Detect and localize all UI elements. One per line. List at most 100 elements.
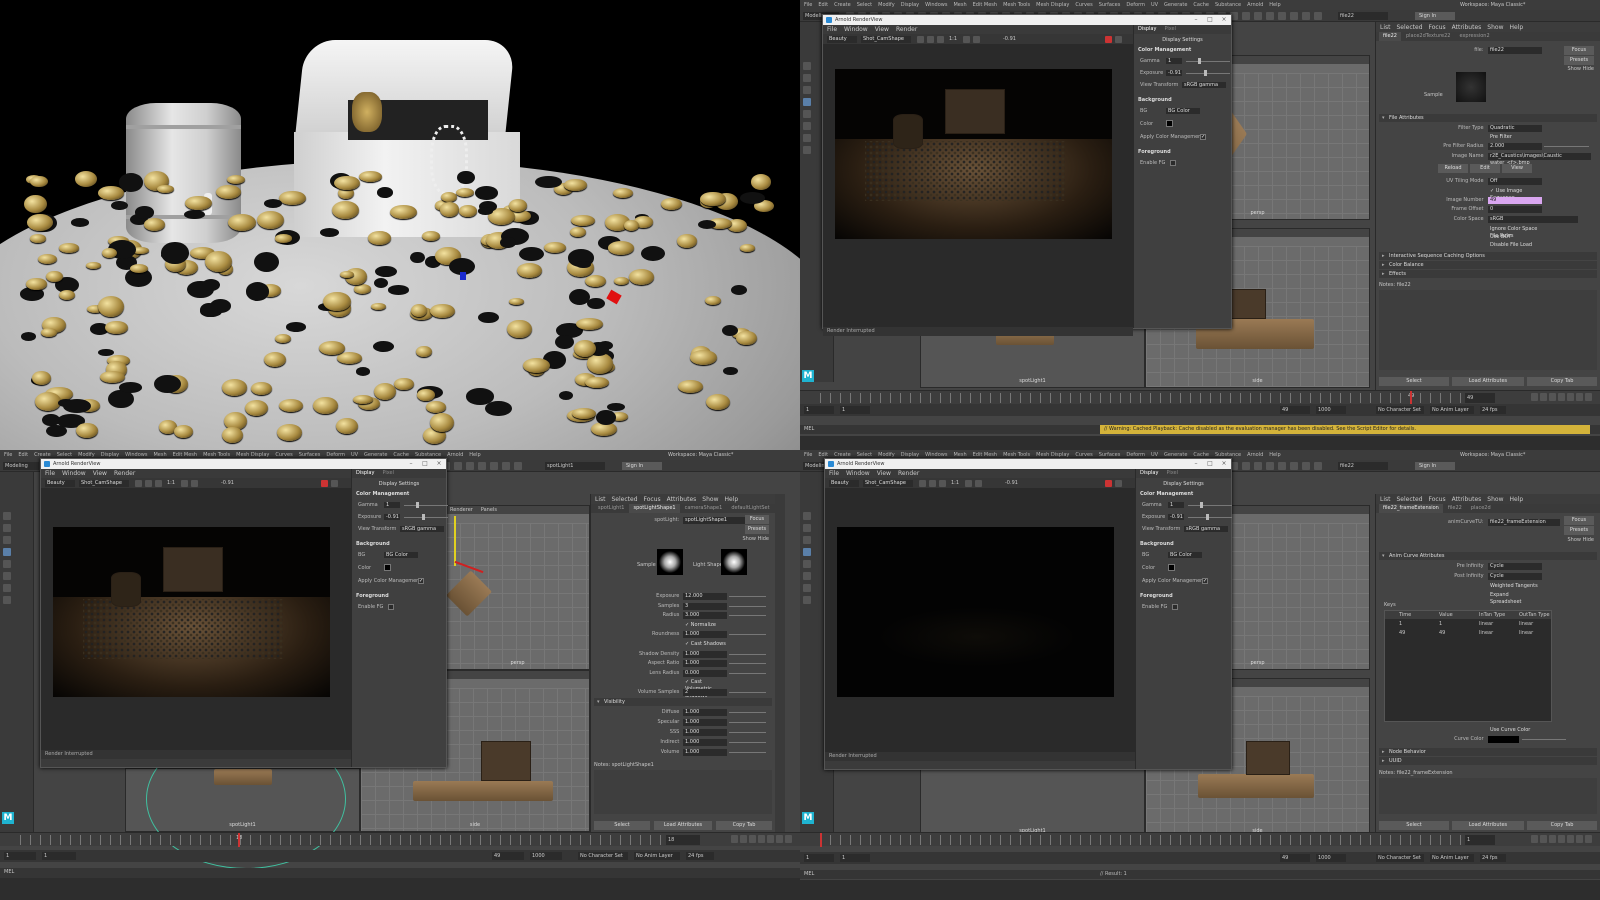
refresh-icon[interactable] xyxy=(1115,480,1122,487)
tool-icon[interactable] xyxy=(803,536,811,544)
enable-fg-checkbox[interactable] xyxy=(1172,604,1178,610)
minimize-icon[interactable]: – xyxy=(1189,15,1203,25)
menu-edit[interactable]: Edit xyxy=(818,2,828,8)
search-field[interactable]: file22 xyxy=(1338,462,1388,470)
tool-icon[interactable] xyxy=(803,512,811,520)
tab-display[interactable]: Display xyxy=(356,469,374,478)
sign-in-button[interactable]: Sign In xyxy=(1415,12,1455,20)
attr-menu-show[interactable]: Show xyxy=(1487,496,1503,503)
close-icon[interactable]: × xyxy=(1217,15,1231,25)
focus-button[interactable]: Focus xyxy=(745,515,769,524)
stop-render-icon[interactable] xyxy=(321,480,328,487)
load-attributes-button[interactable]: Load Attributes xyxy=(1452,821,1524,830)
apply-cm-checkbox[interactable]: ✓ xyxy=(1200,134,1206,140)
filter-type-dropdown[interactable]: Quadratic xyxy=(1488,125,1542,132)
attr-menu-list[interactable]: List xyxy=(1380,496,1391,503)
select-button[interactable]: Select xyxy=(594,821,650,830)
focus-button[interactable]: Focus xyxy=(1564,46,1594,55)
bg-color-swatch[interactable] xyxy=(1166,120,1173,127)
gamma-field[interactable]: 1 xyxy=(384,502,400,508)
menu-surfaces[interactable]: Surfaces xyxy=(1099,2,1121,8)
bg-color-swatch[interactable] xyxy=(384,564,391,571)
playback-controls[interactable] xyxy=(731,835,792,845)
bg-dropdown[interactable]: BG Color xyxy=(384,552,418,558)
channel-icon[interactable] xyxy=(181,480,188,487)
camera-dropdown[interactable]: Shot_CamShape xyxy=(79,480,129,487)
range-slider[interactable]: 1 1 49 1000 No Character Set No Anim Lay… xyxy=(800,404,1600,416)
visibility-field[interactable]: 1.000 xyxy=(683,729,728,736)
attr-menu-list[interactable]: List xyxy=(595,496,606,503)
exposure-field[interactable]: -0.91 xyxy=(384,514,400,520)
tab-pixel[interactable]: Pixel xyxy=(382,469,394,478)
character-set-dropdown[interactable]: No Character Set xyxy=(578,852,628,860)
playback-controls[interactable] xyxy=(1531,393,1592,403)
tab-pixel[interactable]: Pixel xyxy=(1164,25,1176,34)
render-canvas[interactable]: Render Interrupted xyxy=(41,489,351,759)
fit-icon[interactable] xyxy=(155,480,162,487)
enable-fg-checkbox[interactable] xyxy=(1170,160,1176,166)
search-field[interactable]: spotLight1 xyxy=(545,462,605,470)
presets-button[interactable]: Presets xyxy=(745,525,769,534)
fps-dropdown[interactable]: 24 fps xyxy=(686,852,714,860)
attr-menu-focus[interactable]: Focus xyxy=(1429,496,1446,503)
tool-icon[interactable] xyxy=(803,596,811,604)
tool-icon[interactable] xyxy=(3,572,11,580)
load-attributes-button[interactable]: Load Attributes xyxy=(654,821,712,830)
maximize-icon[interactable]: □ xyxy=(418,459,432,469)
visibility-field[interactable]: 1.000 xyxy=(683,739,728,746)
menu-cache[interactable]: Cache xyxy=(1193,2,1209,8)
search-field[interactable]: file22 xyxy=(1338,12,1388,20)
menu-mesh-tools[interactable]: Mesh Tools xyxy=(1003,2,1030,8)
attr-menu-help[interactable]: Help xyxy=(1509,496,1523,503)
shelf-icon[interactable] xyxy=(1242,462,1250,470)
menu-arnold[interactable]: Arnold xyxy=(1247,2,1263,8)
menu-modify[interactable]: Modify xyxy=(878,2,895,8)
render-canvas[interactable]: Render Interrupted xyxy=(823,45,1133,336)
frame-offset-field[interactable]: 0 xyxy=(1488,206,1542,213)
tool-icon[interactable] xyxy=(803,524,811,532)
exposure-field[interactable]: -0.91 xyxy=(1166,70,1182,76)
tool-icon[interactable] xyxy=(803,560,811,568)
shelf-icon[interactable] xyxy=(1314,462,1322,470)
shelf-icon[interactable] xyxy=(1254,12,1262,20)
tool-icon[interactable] xyxy=(803,122,811,130)
camera-dropdown[interactable]: Shot_CamShape xyxy=(861,36,911,43)
menu-substance[interactable]: Substance xyxy=(1215,2,1241,8)
attr-field[interactable]: 3.000 xyxy=(683,612,728,620)
color-space-dropdown[interactable]: sRGB xyxy=(1488,216,1578,223)
range-slider[interactable]: 1 1 49 1000 No Character Set No Anim Lay… xyxy=(0,850,800,862)
shelf-icon[interactable] xyxy=(1314,12,1322,20)
attr-menu-selected[interactable]: Selected xyxy=(1397,496,1423,503)
minimize-icon[interactable]: – xyxy=(404,459,418,469)
menu-edit-mesh[interactable]: Edit Mesh xyxy=(973,2,997,8)
attribute-editor-side-tab[interactable] xyxy=(775,494,785,832)
crop-icon[interactable] xyxy=(145,480,152,487)
shelf-icon[interactable] xyxy=(1254,462,1262,470)
tool-icon[interactable] xyxy=(3,512,11,520)
tool-icon[interactable] xyxy=(803,86,811,94)
presets-button[interactable]: Presets xyxy=(1564,526,1594,535)
attr-menu-show[interactable]: Show xyxy=(1487,24,1503,31)
character-set-dropdown[interactable]: No Character Set xyxy=(1376,406,1424,414)
use-image-sequence-checkbox[interactable]: ✓ Use Image Sequence xyxy=(1488,188,1542,201)
bg-dropdown[interactable]: BG Color xyxy=(1166,108,1200,114)
sign-in-button[interactable]: Sign In xyxy=(622,462,662,470)
time-slider[interactable]: 1 xyxy=(800,832,1600,847)
attr-field[interactable]: 1.000 xyxy=(683,660,728,668)
attr-menu-help[interactable]: Help xyxy=(1509,24,1523,31)
shelf-icon[interactable] xyxy=(1266,462,1274,470)
channel-icon[interactable] xyxy=(965,480,972,487)
copy-tab-button[interactable]: Copy Tab xyxy=(1527,377,1597,386)
fit-icon[interactable] xyxy=(939,480,946,487)
visibility-field[interactable]: 1.000 xyxy=(683,709,728,716)
command-line[interactable]: MEL // Warning: Cached Playback: Cache d… xyxy=(800,425,1600,434)
shelf-icon[interactable] xyxy=(454,462,462,470)
time-slider[interactable]: 49 49 xyxy=(800,390,1600,405)
render-canvas[interactable]: Render Interrupted xyxy=(825,489,1135,761)
shelf-icon[interactable] xyxy=(1278,462,1286,470)
close-icon[interactable]: × xyxy=(1217,459,1231,469)
fit-icon[interactable] xyxy=(937,36,944,43)
section-effects[interactable]: Effects xyxy=(1379,270,1597,278)
anim-layer-dropdown[interactable]: No Anim Layer xyxy=(634,852,680,860)
stop-render-icon[interactable] xyxy=(1105,36,1112,43)
